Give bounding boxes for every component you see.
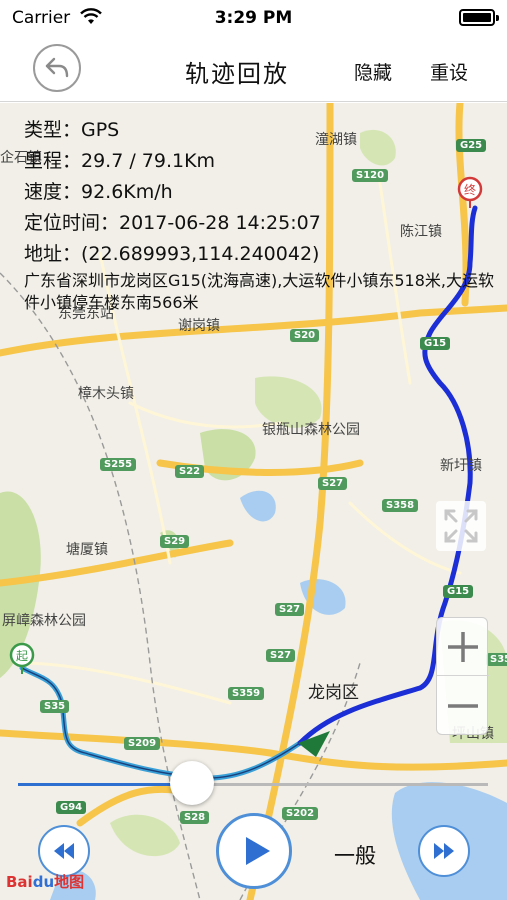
road-shield: S22: [175, 465, 205, 478]
playback-progress: [18, 783, 192, 786]
locate-time-label: 定位时间：2017-06-28 14:25:07: [24, 212, 321, 234]
place-chenjiang: 陈江镇: [400, 224, 442, 240]
back-arrow-icon: [45, 57, 69, 78]
zoom-control: [436, 617, 489, 735]
play-button[interactable]: [216, 813, 292, 889]
baidu-logo: Baidu地图: [6, 871, 84, 892]
baidu-logo-left: Bai: [6, 873, 33, 891]
road-shield: S120: [352, 169, 389, 182]
hide-button[interactable]: 隐藏: [354, 58, 392, 85]
road-shield: S20: [290, 329, 320, 342]
rewind-icon: [54, 843, 74, 859]
speed-label: 速度：92.6Km/h: [24, 181, 173, 203]
playback-speed-label[interactable]: 一般: [334, 840, 376, 870]
battery-icon: [459, 9, 499, 26]
vehicle-arrow: [298, 731, 330, 757]
playback-thumb[interactable]: [169, 761, 214, 805]
plus-icon: [448, 632, 478, 662]
map-view[interactable]: 起 终 潼湖镇 陈江镇 樟木头镇 谢岗镇 银瓶山森林公园 新圩镇 塘厦镇 屏嶂森…: [0, 103, 507, 900]
road-shield: S27: [266, 649, 296, 662]
place-tanghu: 潼湖镇: [315, 132, 357, 148]
address-text: 广东省深圳市龙岗区G15(沈海高速),大运软件小镇东518米,大运软件小镇停车楼…: [24, 271, 494, 312]
expand-icon: [444, 509, 478, 543]
road-shield: S29: [160, 535, 190, 548]
place-tangxia: 塘厦镇: [66, 542, 108, 558]
status-bar: Carrier 3:29 PM: [0, 0, 507, 36]
fast-forward-button[interactable]: [418, 825, 470, 877]
start-marker-label: 起: [16, 649, 28, 663]
type-label: 类型：GPS: [24, 119, 120, 141]
zoom-out-button[interactable]: [437, 677, 489, 735]
fast-forward-icon: [434, 843, 454, 859]
place-longgang: 龙岗区: [308, 683, 359, 703]
baidu-logo-right: 地图: [54, 873, 85, 891]
road-shield: S359: [228, 687, 265, 700]
end-marker-label: 终: [464, 182, 476, 197]
zoom-in-button[interactable]: [437, 618, 489, 676]
road-shield: S255: [100, 458, 137, 471]
baidu-logo-mid: du: [32, 873, 55, 891]
road-shield: G15: [443, 585, 474, 598]
place-yinping: 银瓶山森林公园: [262, 422, 360, 438]
fit-route-button[interactable]: [436, 501, 486, 551]
road-shield: S358: [382, 499, 419, 512]
mileage-label: 里程：29.7 / 79.1Km: [24, 150, 216, 172]
road-shield: S209: [124, 737, 161, 750]
place-xiegang: 谢岗镇: [178, 318, 220, 334]
nav-bar: 轨迹回放 隐藏 重设: [0, 36, 507, 102]
reset-button[interactable]: 重设: [430, 58, 468, 85]
road-shield: S27: [318, 477, 348, 490]
road-shield: G15: [420, 337, 451, 350]
page-title: 轨迹回放: [185, 60, 289, 88]
rewind-button[interactable]: [38, 825, 90, 877]
place-zhangmutou: 樟木头镇: [78, 386, 134, 402]
road-shield: S27: [275, 603, 305, 616]
back-button[interactable]: [33, 44, 81, 92]
track-info-panel: 类型：GPS 里程：29.7 / 79.1Km 速度：92.6Km/h 定位时间…: [24, 115, 321, 270]
road-shield: S356: [486, 653, 507, 666]
road-shield: G25: [456, 139, 487, 152]
place-pingzhang: 屏嶂森林公园: [2, 613, 86, 629]
address-panel: 广东省深圳市龙岗区G15(沈海高速),大运软件小镇东518米,大运软件小镇停车楼…: [24, 266, 504, 314]
minus-icon: [448, 704, 478, 708]
clock-time: 3:29 PM: [214, 8, 293, 28]
play-icon: [246, 837, 270, 865]
road-shield: S35: [40, 700, 70, 713]
place-xinxu: 新圩镇: [440, 458, 482, 474]
road-shield: G94: [56, 801, 87, 814]
road-shield: S28: [180, 811, 210, 824]
